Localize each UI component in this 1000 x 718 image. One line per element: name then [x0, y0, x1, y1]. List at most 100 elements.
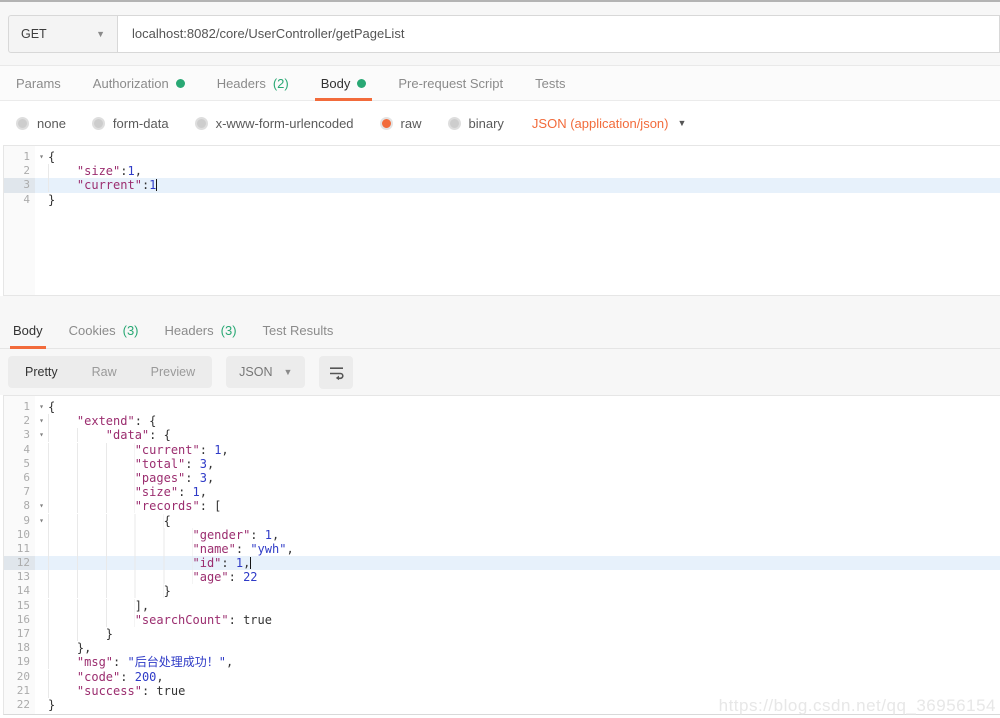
- code-line[interactable]: 7 "size": 1,: [4, 485, 1000, 500]
- line-number: 3: [4, 178, 35, 193]
- line-number: 4: [23, 442, 30, 456]
- code-line[interactable]: 22}: [4, 698, 1000, 712]
- http-method-dropdown[interactable]: GET ▼: [8, 14, 118, 53]
- fold-slot: [35, 670, 48, 684]
- tab-body[interactable]: Body: [305, 66, 383, 101]
- fold-slot: [35, 542, 48, 556]
- tab-headers[interactable]: Headers (2): [201, 66, 305, 100]
- code-text: "current": 1,: [48, 442, 1000, 457]
- fold-arrow-icon[interactable]: ▾: [35, 428, 48, 442]
- code-line[interactable]: 3 ▾ "data": {: [4, 428, 1000, 443]
- code-text: "code": 200,: [48, 669, 1000, 684]
- code-line[interactable]: 19 "msg": "后台处理成功！",: [4, 655, 1000, 670]
- line-number: 10: [16, 527, 30, 541]
- fold-arrow-icon[interactable]: ▾: [35, 150, 48, 164]
- radio-label: binary: [468, 115, 504, 131]
- code-text: "id": 1,: [48, 556, 1000, 571]
- text-cursor: [250, 557, 252, 570]
- code-text: },: [48, 641, 1000, 656]
- fold-slot: [35, 655, 48, 669]
- code-text: "success": true: [48, 683, 1000, 698]
- code-line[interactable]: 18 },: [4, 641, 1000, 656]
- code-line[interactable]: 21 "success": true: [4, 683, 1000, 698]
- view-pretty[interactable]: Pretty: [8, 356, 75, 388]
- fold-slot: [35, 457, 48, 471]
- code-text: "gender": 1,: [48, 527, 1000, 542]
- tab-label: Pre-request Script: [398, 75, 504, 91]
- body-type-option-none[interactable]: none: [16, 116, 66, 131]
- code-line[interactable]: 6 "pages": 3,: [4, 470, 1000, 485]
- code-line[interactable]: 9 ▾ {: [4, 513, 1000, 528]
- line-number: 3: [23, 428, 30, 442]
- wrap-text-button[interactable]: [319, 355, 354, 389]
- green-dot-icon: [175, 78, 185, 88]
- code-line[interactable]: 16 "searchCount": true: [4, 612, 1000, 627]
- response-tab-body[interactable]: Body: [0, 313, 56, 349]
- line-number: 12: [4, 556, 35, 571]
- response-format-dropdown[interactable]: JSON ▼: [226, 356, 306, 388]
- code-line[interactable]: 2 ▾ "extend": {: [4, 414, 1000, 429]
- radio-icon: [194, 116, 208, 130]
- code-line[interactable]: 20 "code": 200,: [4, 669, 1000, 684]
- radio-icon: [447, 116, 461, 130]
- code-text: "size": 1,: [48, 485, 1000, 500]
- code-line[interactable]: 15 ],: [4, 598, 1000, 613]
- code-line[interactable]: 5 "total": 3,: [4, 456, 1000, 471]
- code-line[interactable]: 10 "gender": 1,: [4, 527, 1000, 542]
- code-line[interactable]: 1 ▾{: [4, 400, 1000, 414]
- code-line[interactable]: 13 "age": 22: [4, 570, 1000, 585]
- fold-arrow-icon[interactable]: ▾: [35, 499, 48, 513]
- body-type-option-binary[interactable]: binary: [447, 115, 504, 131]
- radio-label: x-www-form-urlencoded: [215, 115, 354, 131]
- code-line[interactable]: 1 ▾{: [4, 150, 1000, 164]
- code-line[interactable]: 4}: [4, 193, 1000, 207]
- line-number: 21: [16, 683, 30, 697]
- fold-arrow-icon[interactable]: ▾: [35, 400, 48, 414]
- view-raw[interactable]: Raw: [75, 356, 134, 388]
- code-line[interactable]: 11 "name": "ywh",: [4, 541, 1000, 556]
- response-format-label: JSON: [239, 365, 273, 379]
- tab-tests[interactable]: Tests: [519, 66, 581, 100]
- tab-count: (3): [220, 323, 237, 338]
- request-url-bar: GET ▼: [0, 2, 1000, 66]
- fold-arrow-icon[interactable]: ▾: [35, 514, 48, 528]
- line-number: 19: [16, 655, 30, 669]
- body-type-option-x-www-form-urlencoded[interactable]: x-www-form-urlencoded: [194, 115, 354, 131]
- response-body-editor[interactable]: 1 ▾{2 ▾ "extend": {3 ▾ "data": {4 "current"…: [3, 395, 1000, 715]
- tab-pre-request-script[interactable]: Pre-request Script: [382, 66, 519, 100]
- fold-arrow-icon[interactable]: ▾: [35, 414, 48, 428]
- code-line[interactable]: 14 }: [4, 584, 1000, 599]
- body-type-option-form-data[interactable]: form-data: [91, 115, 169, 131]
- tab-params[interactable]: Params: [0, 66, 77, 100]
- code-line[interactable]: 8 ▾ "records": [: [4, 499, 1000, 514]
- tab-authorization[interactable]: Authorization: [77, 66, 201, 100]
- code-line[interactable]: 12 "id": 1,: [4, 556, 1000, 571]
- line-number: 6: [23, 470, 30, 484]
- raw-format-dropdown[interactable]: JSON (application/json) ▼: [532, 116, 686, 131]
- code-text: "size":1,: [48, 164, 1000, 179]
- url-input[interactable]: [118, 14, 1000, 53]
- code-text: "searchCount": true: [48, 612, 1000, 627]
- code-line[interactable]: 4 "current": 1,: [4, 442, 1000, 457]
- response-tab-headers[interactable]: Headers (3): [152, 313, 250, 348]
- code-text: "msg": "后台处理成功！",: [48, 655, 1000, 670]
- request-body-editor[interactable]: 1 ▾{2 "size":1, 3 "current":1 4}: [3, 145, 1000, 296]
- http-method-label: GET: [21, 26, 47, 41]
- code-line[interactable]: 17 }: [4, 627, 1000, 641]
- code-text: "data": {: [48, 428, 1000, 443]
- view-preview[interactable]: Preview: [134, 356, 212, 388]
- raw-format-label: JSON (application/json): [531, 115, 669, 131]
- line-number: 16: [16, 612, 30, 626]
- green-dot-icon: [357, 78, 367, 88]
- radio-label: form-data: [112, 115, 169, 131]
- line-number: 2: [23, 414, 30, 428]
- code-line[interactable]: 3 "current":1: [4, 178, 1000, 193]
- request-tabs: Params Authorization Headers (2) Body Pre-req…: [0, 66, 1000, 101]
- response-tab-cookies[interactable]: Cookies (3): [56, 313, 152, 348]
- tab-label: Body: [13, 323, 43, 338]
- code-text: }: [48, 697, 56, 712]
- body-type-option-raw[interactable]: raw: [379, 116, 422, 131]
- fold-slot: [35, 528, 48, 542]
- response-tab-test-results[interactable]: Test Results: [250, 313, 347, 348]
- code-line[interactable]: 2 "size":1,: [4, 164, 1000, 179]
